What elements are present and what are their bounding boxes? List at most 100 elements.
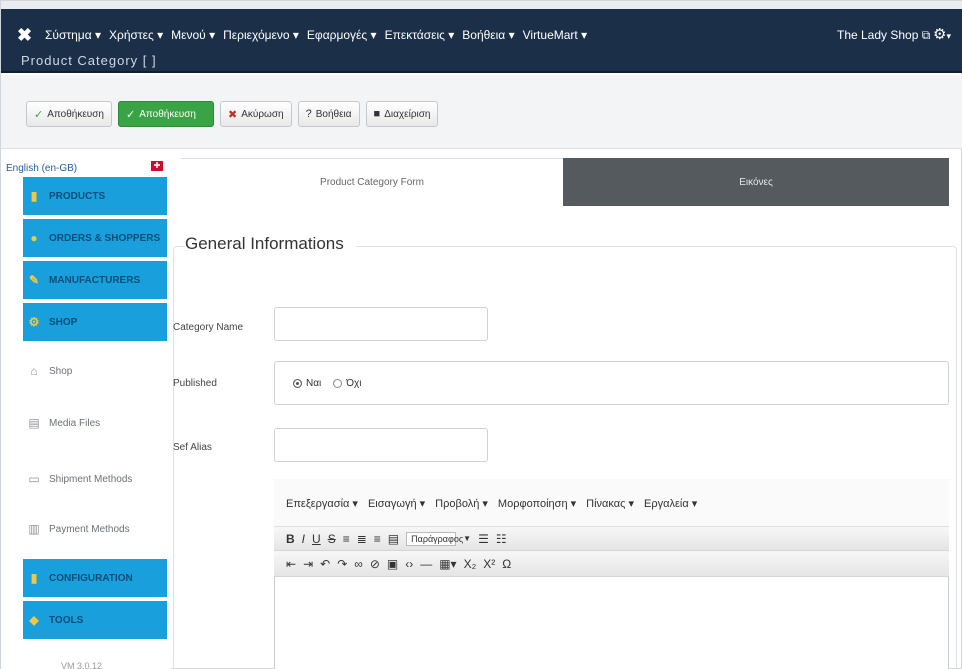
language-selector[interactable]: English (en-GB) <box>6 163 77 174</box>
category-name-input[interactable] <box>274 307 488 341</box>
save-close-button[interactable]: ✓ Αποθήκευση <box>118 101 214 127</box>
sidebar-item-label: Shop <box>49 365 73 377</box>
menu-menus[interactable]: Μενού ▾ <box>171 28 215 42</box>
sidebar-item-label: MANUFACTURERS <box>49 274 141 286</box>
sidebar-item-shop[interactable]: ⚙ SHOP <box>23 303 167 341</box>
sidebar-item-label: PRODUCTS <box>49 190 106 202</box>
published-yes-radio[interactable]: Ναι <box>293 378 321 389</box>
align-center-icon[interactable]: ≣ <box>357 532 367 546</box>
check-icon: ✓ <box>34 108 44 121</box>
editor-menu-items: Επεξεργασία ▾ Εισαγωγή ▾ Προβολή ▾ Μορφο… <box>286 497 697 510</box>
sidebar-item-orders[interactable]: ● ORDERS & SHOPPERS <box>23 219 167 257</box>
radio-unchecked-icon <box>333 378 343 388</box>
sidebar-item-manufacturers[interactable]: ✎ MANUFACTURERS <box>23 261 167 299</box>
undo-icon[interactable]: ↶ <box>320 557 330 571</box>
joomla-logo-icon[interactable]: ✖ <box>17 25 32 46</box>
superscript-icon[interactable]: X² <box>483 557 495 571</box>
shipment-icon: ▭ <box>28 472 40 486</box>
bold-icon[interactable]: B <box>286 532 295 546</box>
strikethrough-icon[interactable]: S <box>328 532 336 546</box>
gear-icon[interactable]: ⚙▾ <box>933 25 951 43</box>
menu-help[interactable]: Βοήθεια ▾ <box>462 28 514 42</box>
menu-virtuemart[interactable]: VirtueMart ▾ <box>523 28 588 42</box>
outdent-icon[interactable]: ⇤ <box>286 557 296 571</box>
cancel-button-label: Ακύρωση <box>241 108 284 120</box>
sef-alias-input[interactable] <box>274 428 488 462</box>
editor-menu-tools[interactable]: Εργαλεία ▾ <box>644 497 697 510</box>
configuration-icon: ▮ <box>30 571 38 585</box>
special-character-icon[interactable]: Ω <box>502 557 511 571</box>
subscript-icon[interactable]: X₂ <box>464 557 477 571</box>
page-subtitle: Product Category [ ] <box>21 53 157 68</box>
horizontal-rule-icon[interactable]: — <box>420 557 432 571</box>
category-name-label: Category Name <box>173 322 244 333</box>
sidebar-item-label: Media Files <box>49 417 101 429</box>
indent-icon[interactable]: ⇥ <box>303 557 313 571</box>
published-label: Published <box>173 378 217 389</box>
sidebar-item-label: ORDERS & SHOPPERS <box>49 232 161 244</box>
sidebar-item-label: TOOLS <box>49 614 84 626</box>
editor-menu-insert[interactable]: Εισαγωγή ▾ <box>368 497 425 510</box>
table-icon[interactable]: ▦▾ <box>439 557 456 571</box>
sidebar-item-tools[interactable]: ◆ TOOLS <box>23 601 167 639</box>
menu-extensions[interactable]: Επεκτάσεις ▾ <box>385 28 455 42</box>
redo-icon[interactable]: ↷ <box>337 557 347 571</box>
sidebar-item-shipment-methods[interactable]: ▭ Shipment Methods <box>23 461 167 497</box>
menu-users[interactable]: Χρήστες ▾ <box>109 28 163 42</box>
cancel-button[interactable]: ✖ Ακύρωση <box>220 101 292 127</box>
sidebar-item-shop-sub[interactable]: ⌂ Shop <box>23 353 167 389</box>
sidebar-item-label: Payment Methods <box>49 523 130 535</box>
sidebar-item-media-files[interactable]: ▤ Media Files <box>23 405 167 441</box>
payment-icon: ▥ <box>28 522 40 536</box>
link-icon[interactable]: ∞ <box>354 557 363 571</box>
editor-menu-edit[interactable]: Επεξεργασία ▾ <box>286 497 358 510</box>
menu-system[interactable]: Σύστημα ▾ <box>45 28 101 42</box>
sidebar-item-label: Shipment Methods <box>49 473 133 485</box>
sidebar-item-configuration[interactable]: ▮ CONFIGURATION <box>23 559 167 597</box>
published-yes-label: Ναι <box>306 377 322 389</box>
chevron-down-icon: ▾ <box>946 31 951 41</box>
manage-button[interactable]: ■ Διαχείριση <box>365 101 439 127</box>
sidebar-item-products[interactable]: ▮ PRODUCTS <box>23 177 167 215</box>
save-close-button-label: Αποθήκευση <box>139 108 196 120</box>
bullet-list-icon[interactable]: ☰ <box>478 532 489 546</box>
chevron-down-icon[interactable]: ▼ <box>463 534 471 543</box>
help-button-label: Βοήθεια <box>315 108 352 120</box>
version-label: VM 3.0.12 <box>61 661 103 669</box>
editor-menu-format[interactable]: Μορφοποίηση ▾ <box>498 497 576 510</box>
underline-icon[interactable]: U <box>312 532 321 546</box>
help-button[interactable]: ? Βοήθεια <box>297 101 360 127</box>
menu-content[interactable]: Περιεχόμενο ▾ <box>223 28 299 42</box>
published-no-radio[interactable]: Όχι <box>333 378 361 389</box>
align-justify-icon[interactable]: ▤ <box>388 532 399 546</box>
editor-menu-table[interactable]: Πίνακας ▾ <box>586 497 634 510</box>
save-button-label: Αποθήκευση <box>47 108 104 120</box>
italic-icon[interactable]: I <box>302 532 305 546</box>
sidebar-item-payment-methods[interactable]: ▥ Payment Methods <box>23 511 167 547</box>
align-left-icon[interactable]: ≡ <box>343 532 350 546</box>
menu-components[interactable]: Εφαρμογές ▾ <box>307 28 377 42</box>
wrench-icon: ✎ <box>28 273 40 287</box>
tab-product-category-form[interactable]: Product Category Form <box>181 158 563 206</box>
site-link[interactable]: The Lady Shop ⧉ <box>837 28 930 43</box>
save-button[interactable]: ✓ Αποθήκευση <box>26 101 112 127</box>
radio-checked-icon <box>293 378 302 388</box>
editor-menu-view[interactable]: Προβολή ▾ <box>435 497 488 510</box>
browser-strip <box>1 1 962 9</box>
store-icon: ⌂ <box>30 364 38 378</box>
align-right-icon[interactable]: ≡ <box>374 532 381 546</box>
fieldset-legend: General Informations <box>185 234 356 254</box>
media-icon: ▤ <box>28 416 40 430</box>
published-no-label: Όχι <box>346 377 362 389</box>
paragraph-format-select[interactable]: Παράγραφος <box>406 531 463 546</box>
unlink-icon[interactable]: ⊘ <box>370 557 380 571</box>
editor-toolbar-row-2: ⇤ ⇥ ↶ ↷ ∞ ⊘ ▣ ‹› — ▦▾ X₂ X² Ω <box>274 551 949 577</box>
manage-button-label: Διαχείριση <box>384 108 431 120</box>
image-icon[interactable]: ▣ <box>387 557 398 571</box>
toolbar-buttons: ✓ Αποθήκευση ✓ Αποθήκευση ✖ Ακύρωση ? Βο… <box>26 101 439 127</box>
editor-toolbar-row-1: B I U S ≡ ≣ ≡ ▤ Παράγραφος ▼ ☰ ☷ <box>274 527 949 551</box>
shop-icon: ⚙ <box>28 315 40 329</box>
code-icon[interactable]: ‹› <box>405 557 413 571</box>
tab-images[interactable]: Εικόνες <box>563 158 949 206</box>
numbered-list-icon[interactable]: ☷ <box>496 532 507 546</box>
